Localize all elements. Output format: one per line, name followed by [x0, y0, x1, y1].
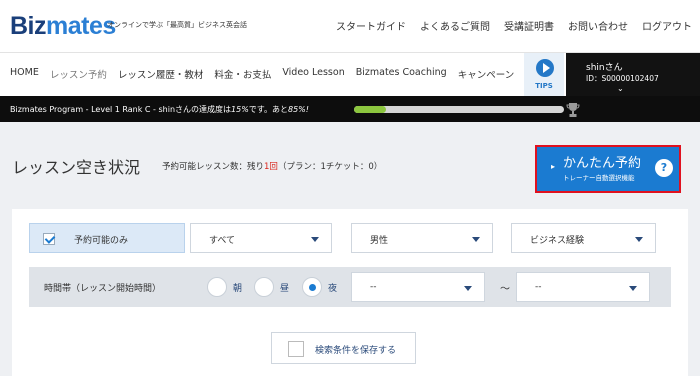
dropdown-arrow-icon [311, 237, 319, 242]
time-to-select[interactable]: -- [516, 272, 650, 302]
bizmates-logo[interactable]: Bizmates [10, 12, 116, 41]
logo-text-main: Biz [10, 12, 47, 40]
link-certificate[interactable]: 受講証明書 [504, 18, 554, 33]
gender-select-value: 男性 [370, 236, 389, 246]
category-select[interactable]: すべて [190, 223, 332, 253]
checkmark-icon [43, 233, 55, 245]
user-name: shinさん [586, 63, 623, 73]
time-from-select[interactable]: -- [351, 272, 485, 302]
progress-middle: です。あと [248, 105, 288, 114]
experience-select[interactable]: ビジネス経験 [511, 223, 656, 253]
experience-select-value: ビジネス経験 [530, 236, 585, 246]
time-range-row: 時間帯（レッスン開始時間） 朝 昼 夜 -- 〜 -- [29, 267, 671, 307]
link-start-guide[interactable]: スタートガイド [336, 18, 406, 33]
tips-label: TIPS [535, 82, 553, 90]
nav-pricing[interactable]: 料金・お支払 [214, 67, 271, 81]
progress-achieved: 15% [231, 105, 249, 114]
easy-reserve-label: かんたん予約 [563, 156, 642, 171]
save-checkbox[interactable] [288, 341, 304, 357]
remaining-prefix: 予約可能レッスン数：残り [162, 162, 265, 172]
radio-night[interactable] [302, 277, 322, 297]
help-icon[interactable]: ? [655, 159, 673, 177]
radio-night-label: 夜 [328, 284, 338, 294]
link-contact[interactable]: お問い合わせ [568, 18, 628, 33]
nav-lesson-reserve[interactable]: レッスン予約 [50, 67, 107, 81]
time-range-label: 時間帯（レッスン開始時間） [44, 284, 162, 294]
progress-track [354, 106, 564, 113]
nav-history-materials[interactable]: レッスン履歴・教材 [118, 67, 204, 81]
top-header: Bizmates オンラインで学ぶ「最高質」ビジネス英会話 スタートガイド よく… [0, 0, 700, 52]
available-only-label: 予約可能のみ [74, 236, 129, 246]
easy-reserve-button[interactable]: ▸ かんたん予約 トレーナー自動選択機能 ? [535, 145, 681, 193]
tips-button[interactable]: TIPS [524, 53, 564, 97]
link-faq[interactable]: よくあるご質問 [420, 18, 490, 33]
available-only-checkbox[interactable]: 予約可能のみ [29, 223, 185, 253]
logo-text-accent: mates [46, 12, 116, 40]
progress-remaining: 85%! [288, 105, 309, 114]
user-menu[interactable]: shinさん ID：S00000102407 ⌄ [566, 53, 700, 97]
main-nav: HOME レッスン予約 レッスン履歴・教材 料金・お支払 Video Lesso… [0, 52, 700, 97]
radio-morning[interactable] [207, 277, 227, 297]
dropdown-arrow-icon [464, 286, 472, 291]
tagline: オンラインで学ぶ「最高質」ビジネス英会話 [107, 21, 247, 29]
easy-reserve-sublabel: トレーナー自動選択機能 [563, 174, 635, 182]
caret-right-icon: ▸ [551, 162, 556, 171]
lesson-availability-section: レッスン空き状況 予約可能レッスン数：残り1回（プラン：1チケット：0） ▸ か… [0, 122, 700, 376]
dropdown-arrow-icon [635, 237, 643, 242]
save-search-button[interactable]: 検索条件を保存する [271, 332, 416, 364]
dropdown-arrow-icon [629, 286, 637, 291]
user-id: ID：S00000102407 [586, 74, 659, 83]
remaining-lessons: 予約可能レッスン数：残り1回（プラン：1チケット：0） [162, 160, 382, 172]
progress-text: Bizmates Program - Level 1 Rank C - shin… [10, 104, 309, 115]
radio-morning-label: 朝 [233, 284, 243, 294]
play-icon [536, 59, 554, 77]
link-logout[interactable]: ログアウト [642, 18, 692, 33]
time-to-value: -- [535, 282, 542, 292]
search-filter-panel: 予約可能のみ すべて 男性 ビジネス経験 時間帯（レッスン開始時間） 朝 昼 夜… [12, 209, 688, 376]
nav-campaign[interactable]: キャンペーン [458, 67, 515, 81]
nav-video-lesson[interactable]: Video Lesson [282, 67, 344, 81]
save-search-label: 検索条件を保存する [315, 346, 397, 356]
remaining-suffix: （プラン：1チケット：0） [277, 162, 383, 172]
progress-fill [354, 106, 386, 113]
category-select-value: すべて [209, 236, 236, 246]
page-title: レッスン空き状況 [12, 158, 141, 177]
range-separator: 〜 [500, 284, 510, 295]
trophy-icon [566, 103, 580, 117]
radio-noon[interactable] [254, 277, 274, 297]
time-from-value: -- [370, 282, 377, 292]
gender-select[interactable]: 男性 [351, 223, 493, 253]
nav-coaching[interactable]: Bizmates Coaching [356, 67, 447, 81]
chevron-down-icon: ⌄ [617, 84, 624, 93]
remaining-count: 1回 [264, 162, 278, 172]
top-links: スタートガイド よくあるご質問 受講証明書 お問い合わせ ログアウト [336, 18, 692, 33]
progress-banner: Bizmates Program - Level 1 Rank C - shin… [0, 96, 700, 122]
radio-noon-label: 昼 [280, 284, 290, 294]
dropdown-arrow-icon [472, 237, 480, 242]
nav-home[interactable]: HOME [10, 67, 39, 81]
progress-prefix: Bizmates Program - Level 1 Rank C - shin… [10, 105, 232, 114]
